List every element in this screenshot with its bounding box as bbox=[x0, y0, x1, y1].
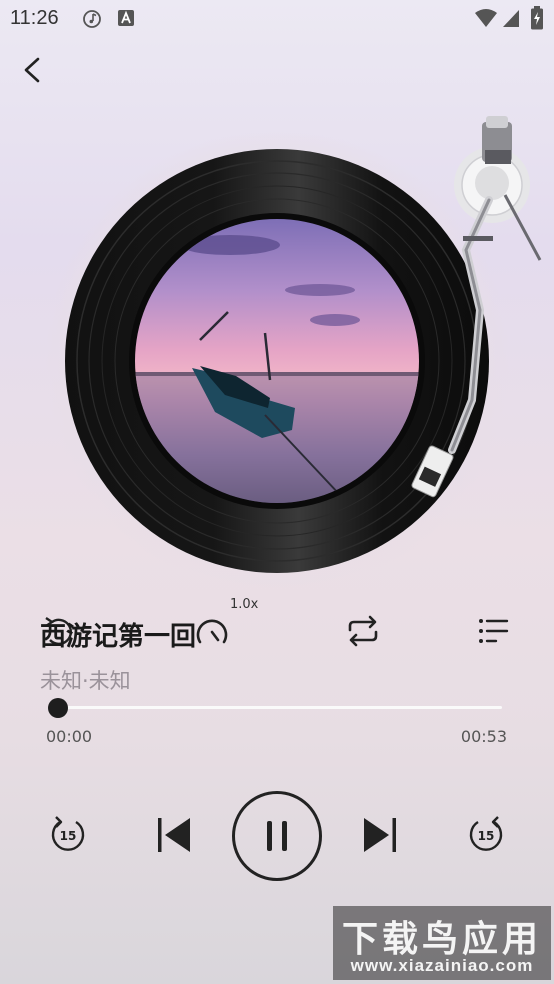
speed-dial-icon[interactable] bbox=[192, 614, 232, 650]
forward-15-icon: 15 bbox=[469, 816, 503, 851]
pause-button[interactable] bbox=[232, 791, 322, 881]
wifi-icon bbox=[475, 9, 497, 27]
back-button[interactable] bbox=[18, 54, 48, 86]
music-note-icon bbox=[83, 10, 101, 28]
song-title: 西游记第一回 bbox=[40, 622, 197, 652]
repeat-icon[interactable] bbox=[344, 614, 382, 648]
previous-icon bbox=[158, 818, 190, 852]
status-bar: 11:26 bbox=[0, 0, 554, 38]
status-time: 11:26 bbox=[10, 7, 59, 29]
forward-15-button[interactable]: 15 bbox=[464, 812, 508, 856]
transport-controls: 15 15 bbox=[0, 790, 554, 881]
progress-thumb[interactable] bbox=[48, 698, 68, 718]
total-time: 00:53 bbox=[460, 727, 507, 746]
progress-track[interactable] bbox=[58, 706, 502, 709]
previous-button[interactable] bbox=[150, 812, 196, 858]
font-a-icon bbox=[118, 10, 134, 26]
rewind-15-icon: 15 bbox=[51, 816, 85, 851]
rewind-15-label: 15 bbox=[60, 829, 77, 843]
artist-label: 未知·未知 bbox=[40, 669, 131, 693]
next-icon bbox=[364, 818, 396, 852]
rewind-15-button[interactable]: 15 bbox=[46, 812, 90, 856]
chevron-left-icon bbox=[24, 57, 40, 83]
battery-charging-icon bbox=[531, 6, 543, 30]
pause-icon bbox=[267, 821, 287, 851]
forward-15-label: 15 bbox=[478, 829, 495, 843]
watermark: 下载鸟应用 www.xiazainiao.com bbox=[333, 906, 551, 980]
turntable bbox=[0, 100, 554, 600]
next-button[interactable] bbox=[358, 812, 404, 858]
signal-icon bbox=[503, 10, 519, 27]
speed-label: 1.0x bbox=[230, 597, 259, 612]
watermark-url: www.xiazainiao.com bbox=[350, 956, 534, 975]
vinyl-record bbox=[45, 116, 542, 593]
watermark-title: 下载鸟应用 bbox=[341, 919, 542, 960]
elapsed-time: 00:00 bbox=[46, 727, 93, 746]
playlist-icon[interactable] bbox=[474, 614, 512, 648]
